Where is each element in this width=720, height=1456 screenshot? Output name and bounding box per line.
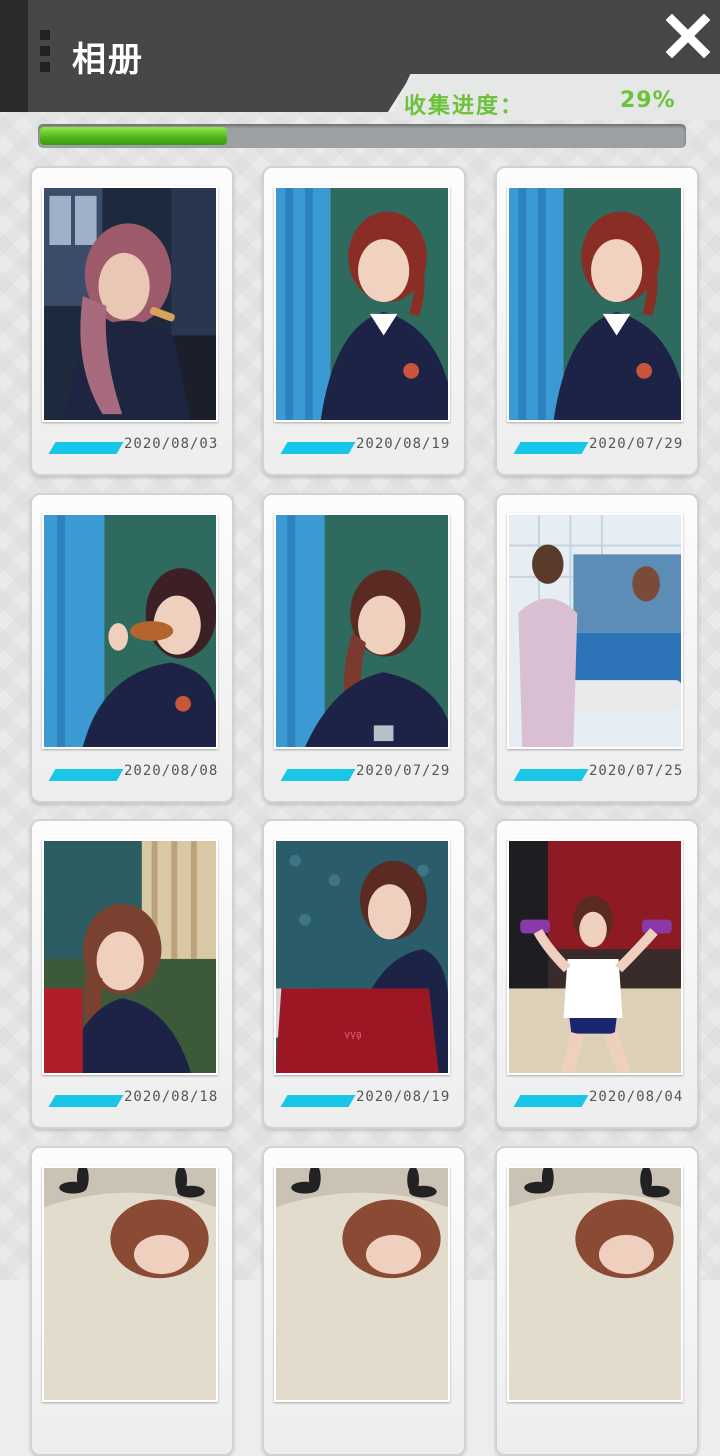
date-accent-bar xyxy=(48,1095,124,1107)
photo-date: 2020/08/08 xyxy=(124,763,219,779)
progress-bar xyxy=(38,124,686,148)
progress-value: 29% xyxy=(620,88,676,113)
photo-card[interactable]: 2020/08/08 xyxy=(30,493,234,803)
photo-thumbnail[interactable] xyxy=(274,1166,450,1402)
date-accent-bar xyxy=(48,769,124,781)
grip-icon xyxy=(40,30,50,74)
date-accent-bar xyxy=(513,769,589,781)
photo-card[interactable]: 2020/08/19 xyxy=(262,166,466,476)
photo-date: 2020/07/29 xyxy=(356,763,451,779)
photo-date: 2020/08/19 xyxy=(356,1089,451,1105)
photo-card[interactable]: 2020/07/29 xyxy=(495,166,699,476)
page-title: 相册 xyxy=(72,40,144,80)
photo-thumbnail[interactable] xyxy=(274,186,450,422)
header-left-tab xyxy=(0,0,28,112)
photo-card[interactable] xyxy=(30,1146,234,1456)
photo-card[interactable] xyxy=(262,1146,466,1456)
close-button[interactable] xyxy=(664,12,712,60)
date-accent-bar xyxy=(513,442,589,454)
photo-date: 2020/08/03 xyxy=(124,436,219,452)
date-accent-bar xyxy=(280,769,356,781)
photo-card[interactable]: 2020/08/18 xyxy=(30,819,234,1129)
photo-thumbnail[interactable] xyxy=(42,513,218,749)
photo-thumbnail[interactable] xyxy=(507,513,683,749)
svg-text:ṿṿḁ: ṿṿḁ xyxy=(344,1030,362,1041)
photo-card[interactable]: 2020/08/04 xyxy=(495,819,699,1129)
header: 相册 收集进度： 29% xyxy=(0,0,720,120)
progress-label: 收集进度： xyxy=(404,94,525,119)
photo-thumbnail[interactable] xyxy=(507,186,683,422)
photo-thumbnail[interactable] xyxy=(42,839,218,1075)
photo-card[interactable]: 2020/08/03 xyxy=(30,166,234,476)
date-accent-bar xyxy=(280,1095,356,1107)
date-accent-bar xyxy=(513,1095,589,1107)
photo-card[interactable]: ṿṿḁ 2020/08/19 xyxy=(262,819,466,1129)
date-accent-bar xyxy=(280,442,356,454)
photo-thumbnail[interactable] xyxy=(274,513,450,749)
photo-date: 2020/07/29 xyxy=(589,436,684,452)
progress-bar-fill xyxy=(40,127,227,145)
photo-thumbnail[interactable] xyxy=(42,1166,218,1402)
photo-date: 2020/08/18 xyxy=(124,1089,219,1105)
photo-thumbnail[interactable] xyxy=(507,839,683,1075)
photo-thumbnail[interactable] xyxy=(507,1166,683,1402)
photo-card[interactable]: 2020/07/25 xyxy=(495,493,699,803)
close-icon xyxy=(666,14,710,58)
photo-date: 2020/08/19 xyxy=(356,436,451,452)
photo-card[interactable]: 2020/07/29 xyxy=(262,493,466,803)
photo-thumbnail[interactable] xyxy=(42,186,218,422)
date-accent-bar xyxy=(48,442,124,454)
photo-card[interactable] xyxy=(495,1146,699,1456)
photo-date: 2020/07/25 xyxy=(589,763,684,779)
photo-thumbnail[interactable]: ṿṿḁ xyxy=(274,839,450,1075)
photo-date: 2020/08/04 xyxy=(589,1089,684,1105)
